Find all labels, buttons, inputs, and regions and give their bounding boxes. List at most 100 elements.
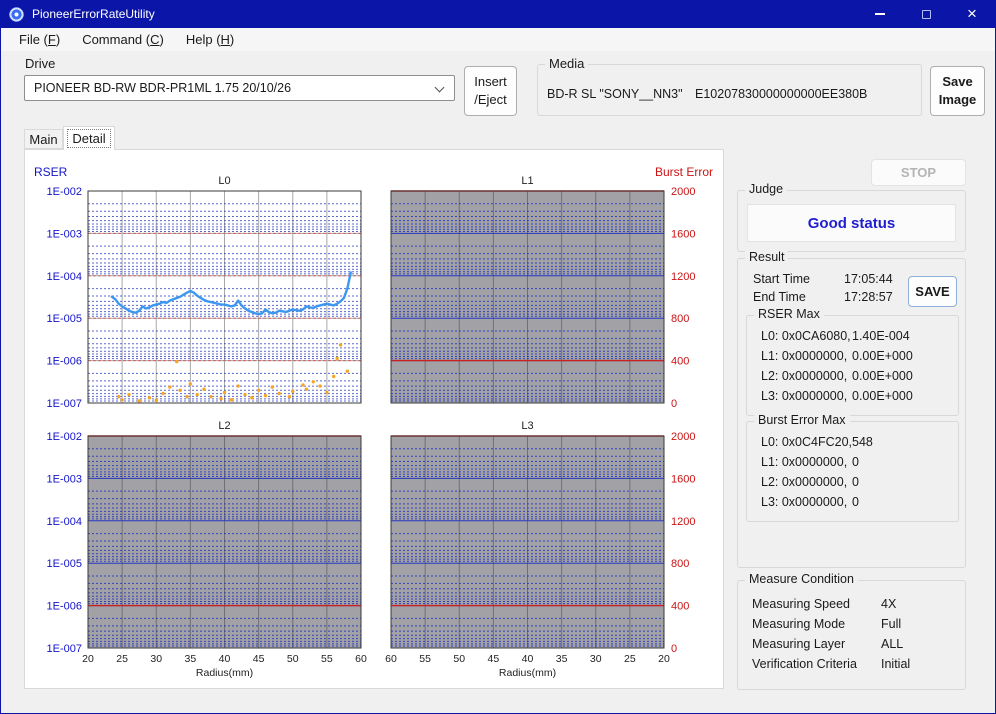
app-icon: [9, 7, 24, 22]
menu-help[interactable]: Help (H): [175, 30, 245, 49]
svg-text:1E-002: 1E-002: [47, 431, 82, 443]
detail-tab-pane: RSER Burst Error L01E-0021E-0031E-0041E-…: [24, 149, 724, 689]
svg-text:25: 25: [116, 653, 128, 665]
measure-condition-label: Measure Condition: [745, 572, 858, 586]
svg-text:45: 45: [253, 653, 265, 665]
svg-text:1600: 1600: [671, 473, 695, 485]
svg-text:1E-004: 1E-004: [47, 271, 82, 283]
menu-file[interactable]: File (F): [8, 30, 71, 49]
chevron-down-icon: [435, 83, 445, 93]
rser-max-row-l2: L2: 0x0000000,0.00E+000: [761, 369, 954, 383]
measuring-speed-row: Measuring Speed4X: [752, 597, 961, 611]
svg-text:30: 30: [590, 653, 602, 665]
window-controls: ×: [857, 0, 995, 28]
close-button[interactable]: ×: [949, 0, 995, 28]
svg-text:1E-005: 1E-005: [47, 558, 82, 570]
burst-error-max-groupbox: Burst Error Max L0: 0x0C4FC20,548 L1: 0x…: [746, 421, 959, 522]
media-disc-id: E10207830000000000EE380B: [695, 87, 867, 101]
svg-text:50: 50: [287, 653, 299, 665]
svg-text:2000: 2000: [671, 186, 695, 198]
svg-text:20: 20: [658, 653, 670, 665]
svg-text:35: 35: [185, 653, 197, 665]
burst-max-row-l0: L0: 0x0C4FC20,548: [761, 435, 954, 449]
svg-text:45: 45: [488, 653, 500, 665]
svg-text:20: 20: [82, 653, 94, 665]
svg-text:L0: L0: [218, 175, 230, 187]
maximize-button[interactable]: [903, 0, 949, 28]
svg-text:800: 800: [671, 558, 689, 570]
svg-text:1600: 1600: [671, 228, 695, 240]
save-image-button[interactable]: Save Image: [930, 66, 985, 116]
burst-max-row-l3: L3: 0x0000000,0: [761, 495, 954, 509]
minimize-icon: [875, 13, 885, 14]
measuring-mode-row: Measuring ModeFull: [752, 617, 961, 631]
svg-text:35: 35: [556, 653, 568, 665]
maximize-icon: [922, 10, 931, 19]
rser-max-row-l1: L1: 0x0000000,0.00E+000: [761, 349, 954, 363]
tab-main[interactable]: Main: [24, 129, 63, 149]
rser-max-row-l0: L0: 0x0CA6080,1.40E-004: [761, 329, 954, 343]
save-button[interactable]: SAVE: [908, 276, 957, 307]
judge-status: Good status: [808, 215, 896, 232]
svg-text:40: 40: [219, 653, 231, 665]
burst-error-max-label: Burst Error Max: [754, 413, 850, 427]
burst-max-row-l2: L2: 0x0000000,0: [761, 475, 954, 489]
stop-button[interactable]: STOP: [871, 159, 966, 186]
end-time-value: 17:28:57: [844, 290, 893, 304]
result-groupbox: Result Start Time 17:05:44 End Time 17:2…: [737, 258, 966, 568]
insert-eject-button[interactable]: Insert /Eject: [464, 66, 517, 116]
svg-text:400: 400: [671, 356, 689, 368]
rser-max-label: RSER Max: [754, 307, 824, 321]
svg-text:25: 25: [624, 653, 636, 665]
svg-text:0: 0: [671, 398, 677, 410]
window-title: PioneerErrorRateUtility: [32, 7, 155, 21]
minimize-button[interactable]: [857, 0, 903, 28]
svg-text:1E-003: 1E-003: [47, 473, 82, 485]
svg-text:55: 55: [419, 653, 431, 665]
start-time-value: 17:05:44: [844, 272, 893, 286]
media-label: Media: [545, 56, 588, 71]
drive-combobox[interactable]: PIONEER BD-RW BDR-PR1ML 1.75 20/10/26: [24, 75, 455, 101]
media-groupbox: Media BD-R SL "SONY__NN3" E1020783000000…: [537, 64, 922, 116]
error-rate-charts: L0 1E-002 1E-003 1E-004 1E-005 1E-006 1E-007 L1…: [25, 150, 725, 690]
svg-text:1E-006: 1E-006: [47, 601, 82, 613]
svg-text:Radius(mm): Radius(mm): [196, 667, 253, 679]
svg-text:0: 0: [671, 643, 677, 655]
svg-text:L1: L1: [521, 175, 533, 187]
burst-max-row-l1: L1: 0x0000000,0: [761, 455, 954, 469]
judge-label: Judge: [745, 182, 787, 196]
media-disc-type: BD-R SL "SONY__NN3": [547, 87, 683, 101]
svg-text:30: 30: [150, 653, 162, 665]
menu-bar: File (F) Command (C) Help (H): [0, 28, 996, 51]
close-icon: ×: [967, 5, 977, 22]
svg-text:40: 40: [522, 653, 534, 665]
judge-status-panel: Good status: [747, 204, 956, 242]
rser-max-groupbox: RSER Max L0: 0x0CA6080,1.40E-004 L1: 0x0…: [746, 315, 959, 416]
svg-text:50: 50: [453, 653, 465, 665]
svg-text:60: 60: [385, 653, 397, 665]
svg-text:55: 55: [321, 653, 333, 665]
measuring-layer-row: Measuring LayerALL: [752, 637, 961, 651]
svg-text:1E-002: 1E-002: [47, 186, 82, 198]
svg-text:Radius(mm): Radius(mm): [499, 667, 556, 679]
tab-detail[interactable]: Detail: [63, 126, 115, 150]
measure-condition-groupbox: Measure Condition Measuring Speed4X Meas…: [737, 580, 966, 690]
svg-text:60: 60: [355, 653, 367, 665]
svg-text:1200: 1200: [671, 271, 695, 283]
judge-groupbox: Judge Good status: [737, 190, 966, 252]
svg-text:1E-007: 1E-007: [47, 398, 82, 410]
svg-text:400: 400: [671, 601, 689, 613]
svg-text:1E-007: 1E-007: [47, 643, 82, 655]
svg-text:L2: L2: [218, 420, 230, 432]
svg-text:800: 800: [671, 313, 689, 325]
drive-label: Drive: [25, 56, 55, 71]
drive-selected-value: PIONEER BD-RW BDR-PR1ML 1.75 20/10/26: [34, 81, 291, 95]
svg-text:1E-006: 1E-006: [47, 356, 82, 368]
result-label: Result: [745, 250, 788, 264]
svg-text:1E-005: 1E-005: [47, 313, 82, 325]
svg-text:L3: L3: [521, 420, 533, 432]
svg-text:1E-004: 1E-004: [47, 516, 82, 528]
svg-text:2000: 2000: [671, 431, 695, 443]
menu-command[interactable]: Command (C): [71, 30, 175, 49]
title-bar: PioneerErrorRateUtility ×: [0, 0, 996, 28]
